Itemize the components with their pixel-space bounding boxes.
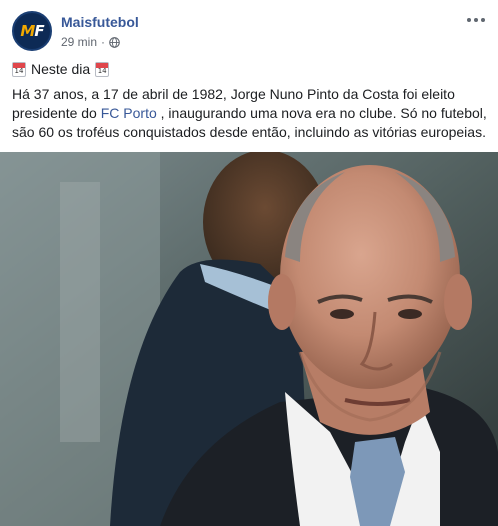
portrait-image — [0, 152, 498, 526]
page-name-link[interactable]: Maisfutebol — [61, 14, 139, 30]
heading-text: Neste dia — [31, 61, 91, 77]
post-meta: 29 min · — [61, 35, 120, 49]
meta-separator: · — [101, 35, 106, 49]
globe-icon — [109, 36, 120, 48]
post-text: 14 Neste dia 14 Há 37 anos, a 17 de abri… — [12, 60, 490, 142]
page-avatar[interactable]: MF — [12, 11, 52, 51]
more-options-icon[interactable] — [462, 10, 490, 30]
post-photo[interactable] — [0, 152, 498, 526]
fc-porto-link[interactable]: FC Porto — [101, 105, 157, 121]
calendar-icon: 14 — [95, 62, 110, 77]
avatar-logo: MF — [20, 22, 44, 40]
post-body: Há 37 anos, a 17 de abril de 1982, Jorge… — [12, 86, 487, 140]
calendar-icon: 14 — [12, 62, 26, 77]
post-heading: 14 Neste dia 14 — [12, 60, 490, 79]
post-timestamp[interactable]: 29 min — [61, 35, 97, 49]
post-header: MF Maisfutebol 29 min · — [0, 0, 498, 56]
